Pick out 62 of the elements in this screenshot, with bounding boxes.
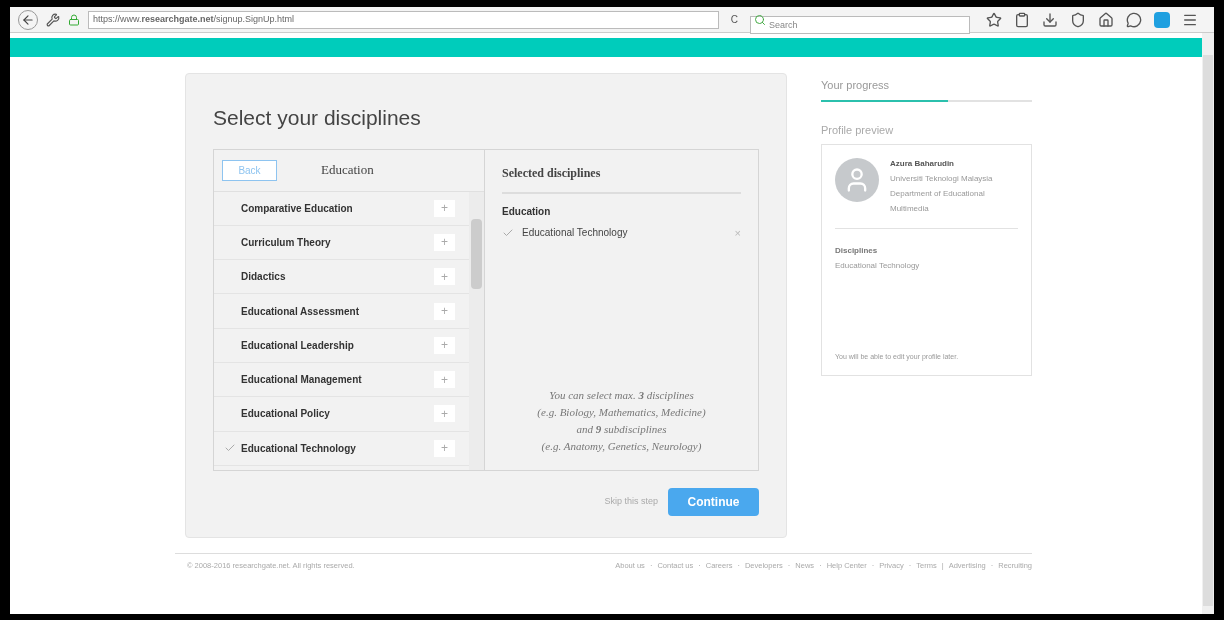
continue-button[interactable]: Continue bbox=[668, 487, 759, 516]
avatar-icon bbox=[835, 158, 879, 202]
hint-text: You can select max. 3 disciplines bbox=[549, 387, 694, 403]
shield-icon[interactable] bbox=[1070, 11, 1086, 28]
progress-label: Your progress bbox=[821, 78, 891, 93]
add-button[interactable]: + bbox=[434, 405, 455, 423]
preview-label: Profile preview bbox=[821, 122, 895, 138]
add-button[interactable]: + bbox=[434, 302, 455, 320]
discipline-label: Educational Technology bbox=[241, 441, 357, 456]
add-button[interactable]: + bbox=[434, 268, 455, 286]
hint-text: and 9 subdisciplines bbox=[576, 421, 667, 437]
discipline-row[interactable]: Educational Policy + bbox=[214, 397, 469, 432]
home-icon[interactable] bbox=[1098, 11, 1114, 28]
discipline-row[interactable]: Curriculum Theory + bbox=[214, 225, 469, 261]
add-button[interactable]: + bbox=[434, 439, 455, 457]
discipline-label: Comparative Education bbox=[241, 201, 354, 216]
reload-button[interactable]: C bbox=[726, 12, 742, 27]
selected-discipline: Educational Technology bbox=[522, 226, 629, 241]
star-icon[interactable] bbox=[986, 11, 1002, 28]
profile-name: Azura Baharudin bbox=[890, 158, 955, 170]
url-text: https://www.researchgate.net/signup.SignUp.html bbox=[93, 12, 295, 26]
page-title: Select your disciplines bbox=[213, 105, 422, 131]
lock-icon bbox=[68, 13, 80, 26]
discipline-label: Didactics bbox=[241, 270, 287, 285]
discipline-label: Educational Assessment bbox=[241, 304, 360, 319]
discipline-row[interactable]: Educational Leadership + bbox=[214, 328, 469, 363]
address-bar[interactable]: https://www.researchgate.net/signup.SignUp.html bbox=[88, 10, 719, 29]
discipline-label: Educational Policy bbox=[241, 407, 331, 422]
selected-group: Education bbox=[502, 203, 741, 219]
profile-affiliation: Multimedia bbox=[890, 203, 930, 215]
add-button[interactable]: + bbox=[434, 233, 455, 251]
discipline-row[interactable]: Educational Assessment + bbox=[214, 294, 469, 329]
wrench-icon[interactable] bbox=[46, 12, 60, 27]
add-button[interactable]: + bbox=[434, 336, 455, 354]
page-scrollbar[interactable] bbox=[1202, 33, 1214, 614]
discipline-label: Educational Leadership bbox=[241, 338, 355, 353]
selected-heading: Selected disciplines bbox=[502, 163, 741, 194]
discipline-label: Educational Management bbox=[241, 373, 363, 388]
chat-icon[interactable] bbox=[1126, 11, 1142, 28]
clipboard-icon[interactable] bbox=[1014, 11, 1030, 28]
discipline-row[interactable]: Comparative Education + bbox=[214, 191, 469, 226]
discipline-row[interactable]: Educational Technology + bbox=[214, 431, 469, 466]
search-icon bbox=[754, 13, 766, 26]
category-heading: Education bbox=[321, 161, 374, 180]
profile-affiliation: Universiti Teknologi Malaysia bbox=[890, 173, 993, 185]
skip-link[interactable]: Skip this step bbox=[604, 494, 658, 509]
add-button[interactable]: + bbox=[434, 199, 455, 217]
hint-text: (e.g. Anatomy, Genetics, Neurology) bbox=[541, 438, 702, 454]
app-icon[interactable] bbox=[1154, 11, 1170, 28]
discipline-row[interactable]: Didactics + bbox=[214, 260, 469, 295]
add-button[interactable]: + bbox=[434, 371, 455, 389]
search-field[interactable]: Search bbox=[750, 15, 970, 34]
discipline-label: Curriculum Theory bbox=[241, 235, 332, 250]
profile-disciplines: Educational Technology bbox=[835, 260, 921, 272]
download-icon[interactable] bbox=[1042, 11, 1058, 28]
profile-affiliation: Department of Educational bbox=[890, 188, 986, 200]
back-button[interactable]: Back bbox=[222, 159, 277, 181]
scrollbar[interactable] bbox=[469, 191, 484, 470]
disciplines-label: Disciplines bbox=[835, 245, 879, 257]
hint-text: (e.g. Biology, Mathematics, Medicine) bbox=[537, 404, 706, 420]
discipline-row[interactable]: Educational Management + bbox=[214, 363, 469, 398]
remove-button[interactable]: × bbox=[734, 224, 741, 241]
